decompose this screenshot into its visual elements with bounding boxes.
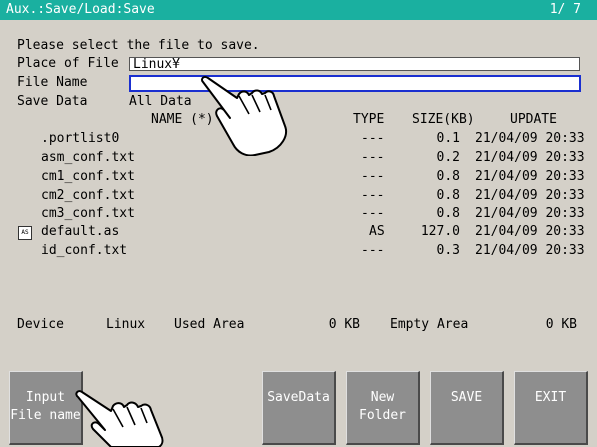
- file-type: ---: [361, 169, 385, 184]
- used-area-value: 0 KB: [328, 317, 360, 332]
- column-header-size[interactable]: SIZE(KB): [412, 112, 475, 128]
- file-row[interactable]: .portlist0 --- 0.1 21/04/09 20:33: [0, 130, 597, 148]
- place-of-file-label: Place of File: [17, 56, 119, 71]
- save-button[interactable]: SAVE: [430, 371, 504, 445]
- column-header-update[interactable]: UPDATE: [510, 112, 557, 128]
- file-size: 0.1: [436, 131, 460, 146]
- file-update: 21/04/09 20:33: [475, 243, 585, 258]
- page-indicator: 1/ 7: [549, 2, 581, 17]
- file-name: id_conf.txt: [41, 243, 128, 258]
- file-row[interactable]: cm3_conf.txt --- 0.8 21/04/09 20:33: [0, 205, 597, 223]
- file-type: ---: [361, 188, 385, 203]
- exit-button[interactable]: EXIT: [514, 371, 588, 445]
- file-row[interactable]: AS default.as AS 127.0 21/04/09 20:33: [0, 223, 597, 241]
- save-load-screen: Aux.:Save/Load:Save 1/ 7 Please select t…: [0, 0, 597, 447]
- file-size: 0.8: [436, 188, 460, 203]
- file-type: ---: [361, 150, 385, 165]
- file-size: 0.8: [436, 169, 460, 184]
- file-name: default.as: [41, 224, 120, 239]
- file-as-icon: AS: [18, 226, 32, 240]
- file-size: 0.3: [436, 243, 460, 258]
- file-row[interactable]: cm1_conf.txt --- 0.8 21/04/09 20:33: [0, 168, 597, 186]
- file-type: ---: [361, 131, 385, 146]
- file-row[interactable]: cm2_conf.txt --- 0.8 21/04/09 20:33: [0, 187, 597, 205]
- window-title: Aux.:Save/Load:Save: [6, 2, 155, 17]
- file-update: 21/04/09 20:33: [475, 188, 585, 203]
- pointing-hand-icon: [75, 390, 164, 447]
- title-bar: Aux.:Save/Load:Save 1/ 7: [0, 0, 597, 20]
- file-name: .portlist0: [41, 131, 120, 146]
- file-size: 0.2: [436, 150, 460, 165]
- file-size: 0.8: [436, 206, 460, 221]
- column-header-type[interactable]: TYPE: [353, 112, 384, 128]
- instruction-text: Please select the file to save.: [17, 38, 260, 53]
- input-file-name-button[interactable]: Input File name: [9, 371, 83, 445]
- place-of-file-field[interactable]: Linux¥: [129, 57, 580, 71]
- file-row[interactable]: asm_conf.txt --- 0.2 21/04/09 20:33: [0, 149, 597, 167]
- file-name: asm_conf.txt: [41, 150, 135, 165]
- file-update: 21/04/09 20:33: [475, 131, 585, 146]
- file-name-input[interactable]: [129, 75, 581, 92]
- column-header-name[interactable]: NAME (*): [151, 112, 214, 128]
- new-folder-button[interactable]: New Folder: [346, 371, 420, 445]
- file-type: ---: [361, 243, 385, 258]
- device-value: Linux: [106, 317, 146, 332]
- file-type: ---: [361, 206, 385, 221]
- used-area-label: Used Area: [174, 317, 245, 332]
- file-update: 21/04/09 20:33: [475, 206, 585, 221]
- save-data-label: Save Data: [17, 94, 88, 109]
- file-update: 21/04/09 20:33: [475, 224, 585, 239]
- file-size: 127.0: [420, 224, 460, 239]
- file-update: 21/04/09 20:33: [475, 150, 585, 165]
- empty-area-label: Empty Area: [390, 317, 469, 332]
- save-data-value: All Data: [129, 94, 192, 109]
- device-label: Device: [17, 317, 64, 332]
- file-update: 21/04/09 20:33: [475, 169, 585, 184]
- file-name-label: File Name: [17, 75, 88, 90]
- empty-area-value: 0 KB: [545, 317, 577, 332]
- file-name: cm1_conf.txt: [41, 169, 135, 184]
- file-type: AS: [369, 224, 385, 239]
- file-row[interactable]: id_conf.txt --- 0.3 21/04/09 20:33: [0, 242, 597, 260]
- file-name: cm2_conf.txt: [41, 188, 135, 203]
- save-data-button[interactable]: SaveData: [262, 371, 336, 445]
- file-name: cm3_conf.txt: [41, 206, 135, 221]
